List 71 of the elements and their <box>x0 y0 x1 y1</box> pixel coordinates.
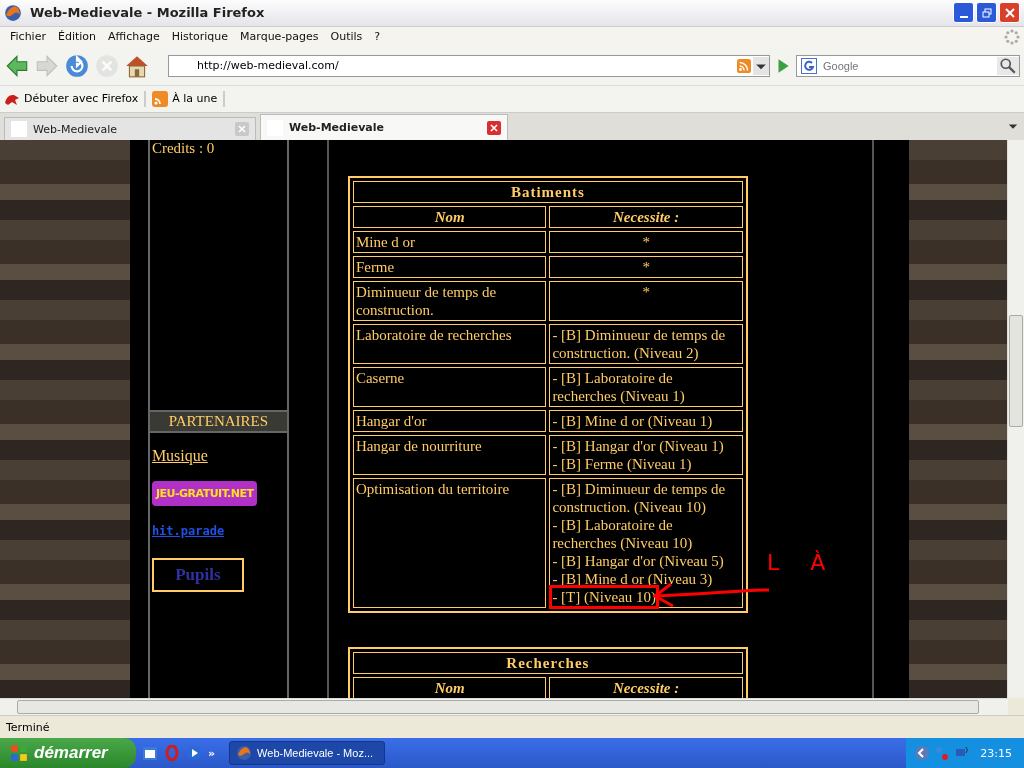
partner-link[interactable]: Musique <box>151 447 208 466</box>
requirement-text: - [B] Laboratoire de recherches (Niveau 10) <box>552 516 694 553</box>
requirement-text: - [B] Diminueur de temps de construction. (Niveau 2) <box>552 326 727 363</box>
menu-item[interactable]: Outils <box>324 30 369 44</box>
calendar-icon[interactable] <box>142 745 158 761</box>
horizontal-scrollbar[interactable] <box>0 698 1008 716</box>
status-text: Terminé <box>6 720 50 734</box>
table-cell: Diminueur de temps de construction. <box>352 281 547 322</box>
back-icon[interactable] <box>4 52 30 79</box>
rss-icon <box>152 90 169 107</box>
menu-item[interactable]: ? <box>368 30 387 44</box>
address-bar[interactable]: http://web-medieval.com/ <box>168 54 770 77</box>
bookmark-item[interactable]: Débuter avec Firefox <box>4 90 147 107</box>
requirement-text: - [B] Hangar d'or (Niveau 1) <box>552 437 725 456</box>
column-header: Necessite : <box>549 206 743 229</box>
requirement-text: - [T] (Niveau 10) <box>552 588 657 607</box>
section-heading: PARTENAIRES <box>149 410 287 434</box>
globe-icon <box>4 3 22 22</box>
annotation-text: L À <box>766 550 838 576</box>
vertical-scrollbar[interactable] <box>1007 140 1024 699</box>
restore-icon <box>981 7 992 18</box>
credits-text: Credits : 0 <box>150 140 215 157</box>
browser-tab[interactable]: Web-Medievale <box>4 117 256 141</box>
clock-text: 23:15 <box>980 746 1012 760</box>
start-button[interactable]: démarrer <box>0 738 136 768</box>
table-title: Batiments <box>352 181 743 204</box>
search-field[interactable]: Google <box>796 54 1020 77</box>
requirement-text: - [B] Hangar d'or (Niveau 5) <box>552 552 725 571</box>
taskbar-window-button[interactable]: Web-Medievale - Moz... <box>229 741 386 765</box>
partner-banner[interactable]: JEU-GRATUIT.NET <box>151 481 258 507</box>
table-cell: Mine d or <box>352 231 547 254</box>
requirement-text: - [B] Ferme (Niveau 1) <box>552 455 693 474</box>
menu-item[interactable]: Marque-pages <box>234 30 325 44</box>
globe-icon <box>236 745 253 761</box>
table-cell: Laboratoire de recherches <box>352 324 547 365</box>
close-icon <box>1004 7 1015 18</box>
close-tab-icon[interactable] <box>487 120 501 135</box>
column-header: Nom <box>352 206 547 229</box>
media-player-icon[interactable] <box>186 745 202 761</box>
reload-icon[interactable] <box>64 52 90 79</box>
url-text: http://web-medieval.com/ <box>197 59 340 73</box>
throbber-icon <box>1004 28 1020 45</box>
menu-item[interactable]: Affichage <box>102 30 166 44</box>
requirement-text: - [B] Diminueur de temps de construction. (Niveau 10) <box>552 480 727 517</box>
close-button[interactable] <box>999 2 1020 24</box>
table-title: Recherches <box>352 652 743 675</box>
requirement-text: - [B] Mine d or (Niveau 1) <box>552 412 714 431</box>
requirement-text: * <box>641 283 651 302</box>
more-text[interactable]: » <box>208 746 216 760</box>
bookmark-item[interactable]: À la une <box>152 90 226 107</box>
table-cell: Optimisation du territoire <box>352 478 547 609</box>
minimize-icon <box>959 15 968 18</box>
menu-item[interactable]: Historique <box>165 30 235 44</box>
table-cell: Hangar d'or <box>352 410 547 433</box>
chevron-icon[interactable] <box>914 745 931 761</box>
requirement-text: - [B] Laboratoire de recherches (Niveau 1) <box>552 369 686 406</box>
table-cell: Caserne <box>352 367 547 408</box>
dropdown-icon[interactable] <box>753 56 769 75</box>
requirement-text: * <box>641 258 651 277</box>
windows-logo-icon <box>10 744 28 762</box>
menu-item[interactable]: Fichier <box>4 30 52 44</box>
table-cell: Hangar de nourriture <box>352 435 547 476</box>
search-icon[interactable] <box>997 56 1019 75</box>
requirement-text: * <box>641 233 651 252</box>
table-cell: Ferme <box>352 256 547 279</box>
restore-button[interactable] <box>976 2 997 24</box>
browser-tab[interactable]: Web-Medievale <box>260 114 508 141</box>
window-title: Web-Medievale - Mozilla Firefox <box>30 5 265 21</box>
menu-item[interactable]: Édition <box>51 30 102 44</box>
requirement-text: - [B] Mine d or (Niveau 3) <box>552 570 714 589</box>
minimize-button[interactable] <box>953 2 974 24</box>
